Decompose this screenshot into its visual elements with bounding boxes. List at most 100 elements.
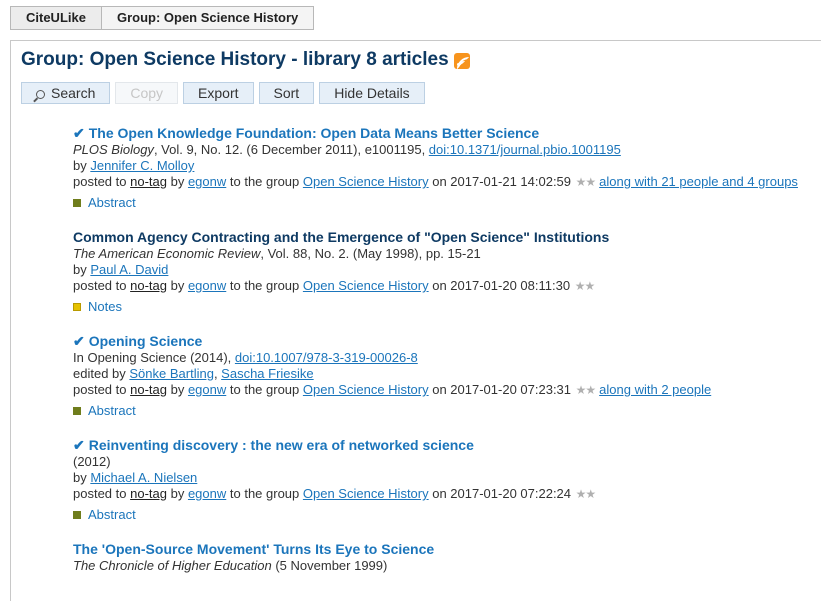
article-title[interactable]: ✔ Opening Science xyxy=(73,332,813,350)
rss-feed-icon[interactable] xyxy=(454,53,470,69)
author-link[interactable]: Sascha Friesike xyxy=(221,366,313,381)
source-text: (2012) xyxy=(73,454,111,469)
posted-to-text: posted to xyxy=(73,278,131,293)
group-link[interactable]: Open Science History xyxy=(303,174,429,189)
tag-link[interactable]: no-tag xyxy=(130,174,167,189)
by-text: by xyxy=(166,278,188,293)
group-link[interactable]: Open Science History xyxy=(303,382,429,397)
posting-info: posted to no-tag by egonw to the group O… xyxy=(73,382,813,398)
user-link[interactable]: egonw xyxy=(188,486,226,501)
rating-stars-icon: ★★ xyxy=(575,487,596,501)
article-3: ✔ Opening Science In Opening Science (201… xyxy=(73,332,813,419)
authors-line: by Michael A. Nielsen xyxy=(73,470,813,486)
by-text: by xyxy=(166,382,188,397)
source-text: In Opening Science (2014), xyxy=(73,350,235,365)
journal: The American Economic Review xyxy=(73,246,261,261)
to-group-text: to the group xyxy=(226,486,303,501)
tab-group[interactable]: Group: Open Science History xyxy=(100,6,315,30)
tag-link[interactable]: no-tag xyxy=(130,278,167,293)
along-with-link[interactable]: along with 21 people and 4 groups xyxy=(599,174,798,189)
user-link[interactable]: egonw xyxy=(188,382,226,397)
abstract-square-icon xyxy=(73,511,81,519)
tab-citeulike[interactable]: CiteULike xyxy=(10,6,102,30)
authors-line: by Paul A. David xyxy=(73,262,813,278)
tag-link[interactable]: no-tag xyxy=(130,382,167,397)
by-prefix: edited by xyxy=(73,366,130,381)
article-title[interactable]: ✔ The Open Knowledge Foundation: Open Dat… xyxy=(73,124,813,142)
check-icon: ✔ xyxy=(73,333,85,349)
posted-to-text: posted to xyxy=(73,174,131,189)
copy-button[interactable]: Copy xyxy=(115,82,179,104)
search-icon xyxy=(36,90,45,99)
article-1: ✔ The Open Knowledge Foundation: Open Dat… xyxy=(73,124,813,211)
hide-details-button[interactable]: Hide Details xyxy=(319,82,425,104)
rating-stars-icon: ★★ xyxy=(574,279,595,293)
journal: PLOS Biology xyxy=(73,142,154,157)
doi-link[interactable]: doi:10.1007/978-3-319-00026-8 xyxy=(235,350,418,365)
citation: In Opening Science (2014), doi:10.1007/9… xyxy=(73,350,813,366)
author-link[interactable]: Paul A. David xyxy=(90,262,168,277)
posting-info: posted to no-tag by egonw to the group O… xyxy=(73,174,813,190)
check-icon: ✔ xyxy=(73,125,85,141)
citation-details: , Vol. 9, No. 12. (6 December 2011), e10… xyxy=(153,142,429,157)
citation: The American Economic Review, Vol. 88, N… xyxy=(73,246,813,262)
toolbar: Search Copy Export Sort Hide Details xyxy=(21,82,425,104)
notes-square-icon xyxy=(73,303,81,311)
sort-button[interactable]: Sort xyxy=(258,82,315,104)
to-group-text: to the group xyxy=(226,278,303,293)
posted-date: on 2017-01-20 07:22:24 xyxy=(428,486,572,501)
author-link[interactable]: Jennifer C. Molloy xyxy=(90,158,194,173)
user-link[interactable]: egonw xyxy=(188,174,226,189)
by-prefix: by xyxy=(73,470,91,485)
authors-line: by Jennifer C. Molloy xyxy=(73,158,813,174)
abstract-label: Abstract xyxy=(88,195,136,210)
rating-stars-icon: ★★ xyxy=(575,175,596,189)
posted-date: on 2017-01-20 08:11:30 xyxy=(428,278,571,293)
journal: The Chronicle of Higher Education xyxy=(73,558,272,573)
by-text: by xyxy=(166,174,188,189)
citation: (2012) xyxy=(73,454,813,470)
article-title-text: Reinventing discovery : the new era of n… xyxy=(88,437,474,453)
abstract-toggle[interactable]: Abstract xyxy=(73,507,813,523)
posted-to-text: posted to xyxy=(73,382,131,397)
abstract-toggle[interactable]: Abstract xyxy=(73,195,813,211)
article-title[interactable]: Common Agency Contracting and the Emerge… xyxy=(73,228,813,246)
doi-link[interactable]: doi:10.1371/journal.pbio.1001195 xyxy=(429,142,621,157)
user-link[interactable]: egonw xyxy=(188,278,226,293)
search-label: Search xyxy=(51,85,96,101)
citation: PLOS Biology, Vol. 9, No. 12. (6 Decembe… xyxy=(73,142,813,158)
citation-details: , Vol. 88, No. 2. (May 1998), pp. 15-21 xyxy=(260,246,481,261)
notes-toggle[interactable]: Notes xyxy=(73,299,813,315)
search-button[interactable]: Search xyxy=(21,82,111,104)
by-prefix: by xyxy=(73,262,91,277)
abstract-toggle[interactable]: Abstract xyxy=(73,403,813,419)
abstract-label: Abstract xyxy=(88,507,136,522)
posted-to-text: posted to xyxy=(73,486,131,501)
top-tabs: CiteULike Group: Open Science History xyxy=(10,6,315,30)
article-title[interactable]: The 'Open-Source Movement' Turns Its Eye… xyxy=(73,540,813,558)
abstract-label: Abstract xyxy=(88,403,136,418)
author-link[interactable]: Sönke Bartling xyxy=(129,366,214,381)
notes-label: Notes xyxy=(88,299,122,314)
posted-date: on 2017-01-20 07:23:31 xyxy=(428,382,572,397)
article-2: Common Agency Contracting and the Emerge… xyxy=(73,228,813,315)
citation-details: (5 November 1999) xyxy=(271,558,388,573)
group-link[interactable]: Open Science History xyxy=(303,278,429,293)
article-title-text: The Open Knowledge Foundation: Open Data… xyxy=(88,125,540,141)
rating-stars-icon: ★★ xyxy=(575,383,596,397)
author-link[interactable]: Michael A. Nielsen xyxy=(90,470,197,485)
along-with-link[interactable]: along with 2 people xyxy=(599,382,711,397)
tag-link[interactable]: no-tag xyxy=(130,486,167,501)
by-text: by xyxy=(166,486,188,501)
abstract-square-icon xyxy=(73,199,81,207)
group-link[interactable]: Open Science History xyxy=(303,486,429,501)
article-5: The 'Open-Source Movement' Turns Its Eye… xyxy=(73,540,813,574)
authors-line: edited by Sönke Bartling, Sascha Friesik… xyxy=(73,366,813,382)
to-group-text: to the group xyxy=(226,382,303,397)
posted-date: on 2017-01-21 14:02:59 xyxy=(428,174,572,189)
article-title[interactable]: ✔ Reinventing discovery : the new era of … xyxy=(73,436,813,454)
posting-info: posted to no-tag by egonw to the group O… xyxy=(73,486,813,502)
by-prefix: by xyxy=(73,158,91,173)
export-button[interactable]: Export xyxy=(183,82,254,104)
article-title-text: Opening Science xyxy=(88,333,203,349)
